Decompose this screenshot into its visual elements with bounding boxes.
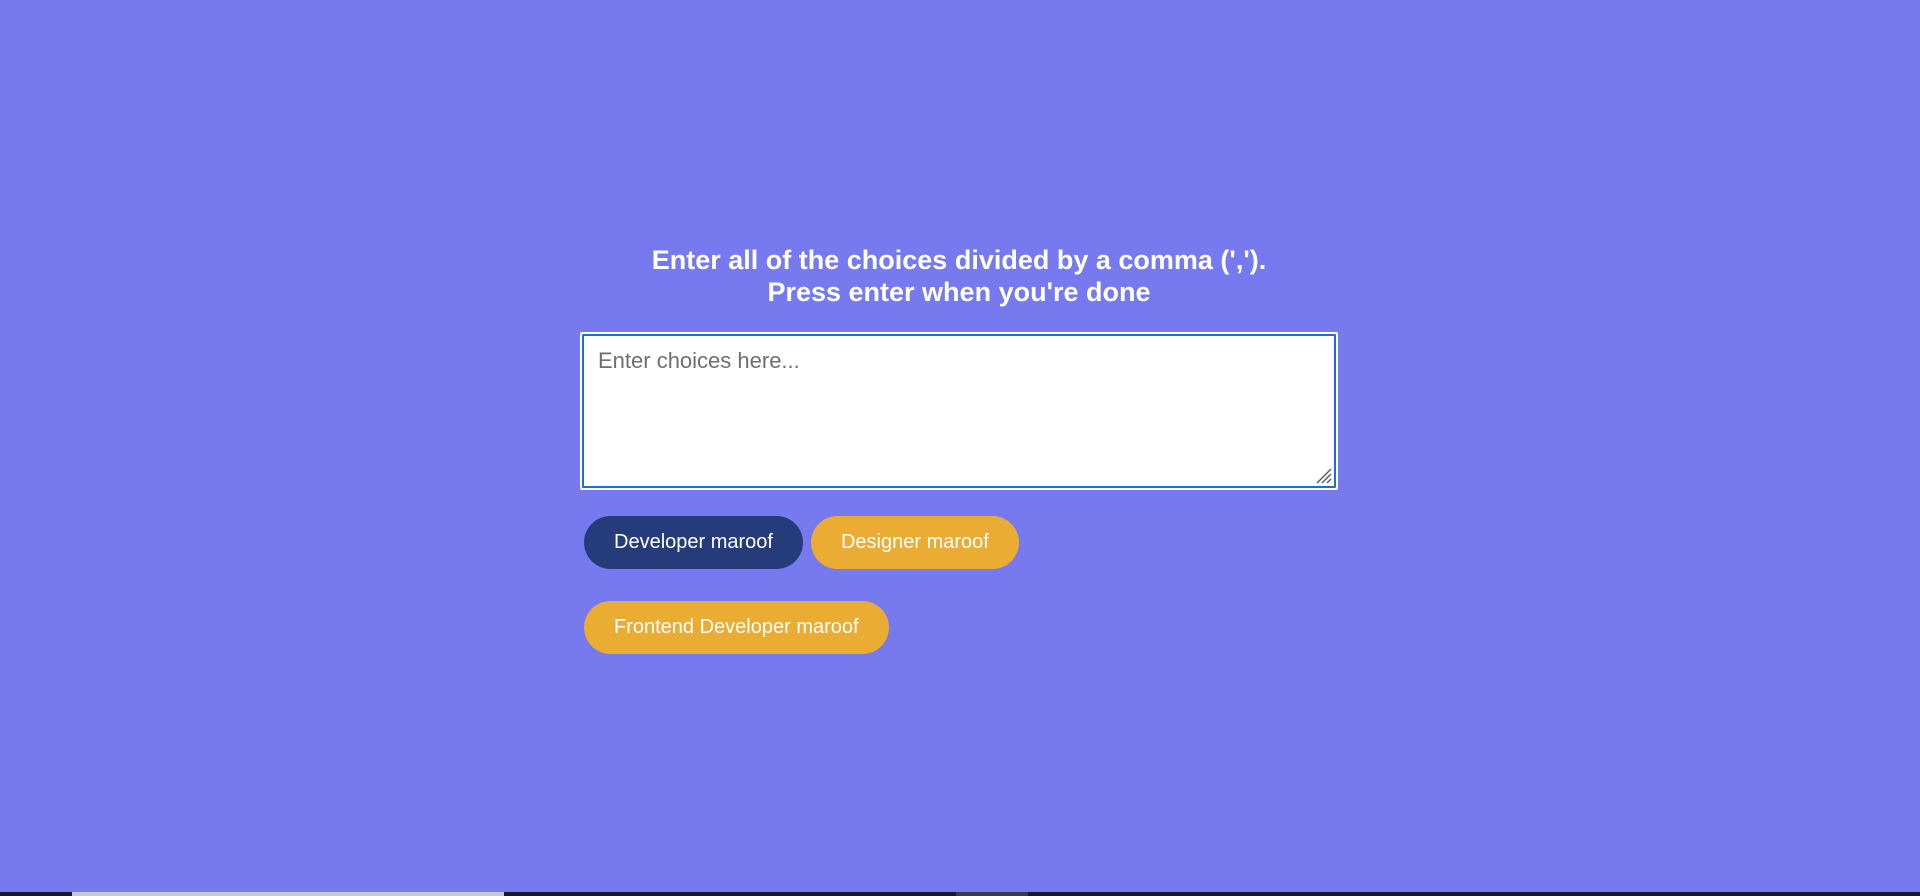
choice-tags-list: Developer maroof Designer maroof Fronten… xyxy=(580,516,1144,654)
choices-textarea[interactable] xyxy=(582,334,1336,488)
taskbar-strip xyxy=(0,892,1920,896)
instructions-line-1: Enter all of the choices divided by a co… xyxy=(651,245,1267,275)
instructions-line-2: Press enter when you're done xyxy=(767,277,1151,307)
choice-tag-frontend-developer-maroof[interactable]: Frontend Developer maroof xyxy=(584,601,889,654)
choice-tag-designer-maroof[interactable]: Designer maroof xyxy=(810,516,1019,569)
taskbar-segment xyxy=(72,892,504,896)
choice-tag-developer-maroof[interactable]: Developer maroof xyxy=(584,516,803,569)
taskbar-segment xyxy=(956,892,1028,896)
choices-textarea-wrapper xyxy=(580,332,1338,490)
main-container: Enter all of the choices divided by a co… xyxy=(580,244,1338,654)
resize-grip-icon[interactable] xyxy=(1314,466,1332,484)
instructions-heading: Enter all of the choices divided by a co… xyxy=(580,244,1338,308)
